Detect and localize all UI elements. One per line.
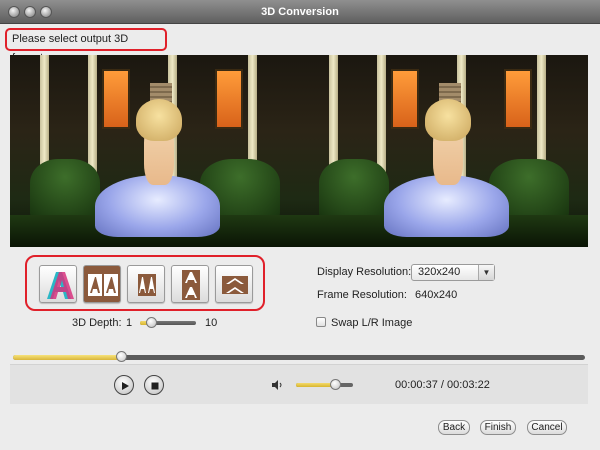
format-selector: [25, 255, 265, 311]
stop-button[interactable]: [144, 375, 164, 395]
seek-bar-handle[interactable]: [116, 351, 127, 362]
top-bottom-half-icon: [222, 276, 248, 294]
time-display: 00:00:37 / 00:03:22: [395, 379, 490, 391]
depth-max-label: 10: [205, 317, 218, 329]
volume-slider-handle[interactable]: [330, 379, 341, 390]
seek-bar[interactable]: [13, 355, 585, 360]
finish-button[interactable]: Finish: [480, 420, 516, 435]
play-icon: [122, 382, 129, 390]
cancel-button[interactable]: Cancel: [527, 420, 567, 435]
volume-slider-fill: [296, 383, 334, 387]
format-anaglyph-button[interactable]: [39, 265, 77, 303]
side-by-side-half-icon: [138, 274, 156, 296]
format-side-by-side-half-button[interactable]: [127, 265, 165, 303]
window-title: 3D Conversion: [261, 6, 339, 18]
format-top-bottom-half-button[interactable]: [215, 265, 253, 303]
depth-slider-handle[interactable]: [146, 317, 157, 328]
preview-left-eye: [10, 55, 299, 247]
format-side-by-side-full-button[interactable]: [83, 265, 121, 303]
top-bottom-full-icon: [182, 270, 200, 300]
depth-min-label: 1: [126, 317, 133, 329]
format-top-bottom-full-button[interactable]: [171, 265, 209, 303]
frame-resolution-value: 640x240: [415, 289, 458, 301]
display-resolution-select[interactable]: 320x240 ▼: [411, 264, 495, 281]
display-resolution-value: 320x240: [418, 266, 461, 278]
chevron-down-icon[interactable]: ▼: [478, 265, 494, 280]
display-resolution-label: Display Resolution:: [317, 266, 412, 278]
back-button[interactable]: Back: [438, 420, 470, 435]
title-bar: 3D Conversion: [0, 0, 600, 24]
play-button[interactable]: [114, 375, 134, 395]
stop-icon: [151, 382, 159, 390]
anaglyph-icon: [47, 272, 74, 299]
format-prompt: Please select output 3D format:: [5, 28, 167, 64]
video-preview: [10, 55, 588, 247]
swap-lr-checkbox[interactable]: [316, 317, 326, 327]
side-by-side-full-icon: [88, 274, 118, 296]
seek-bar-progress: [13, 355, 122, 360]
frame-resolution-label: Frame Resolution:: [317, 289, 407, 301]
volume-icon[interactable]: [271, 379, 283, 391]
volume-slider[interactable]: [296, 383, 353, 387]
depth-label: 3D Depth:: [72, 317, 122, 329]
swap-lr-label: Swap L/R Image: [331, 317, 413, 329]
preview-right-eye: [299, 55, 588, 247]
